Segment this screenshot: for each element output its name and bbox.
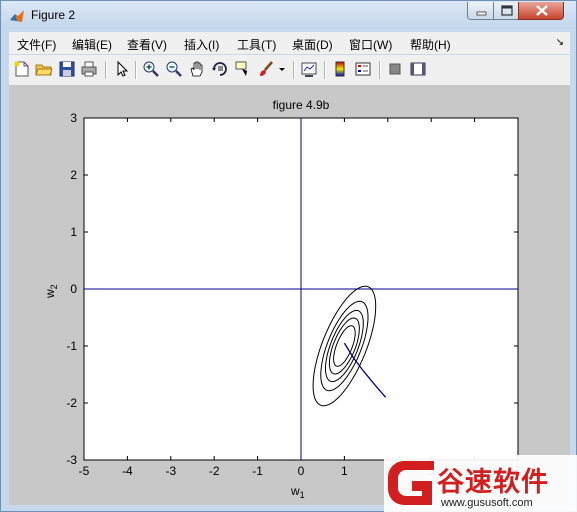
y-tick-label: -3 (66, 453, 77, 467)
close-button[interactable] (518, 2, 564, 20)
x-tick-label: -5 (79, 464, 90, 478)
figure-toolbar (9, 55, 570, 86)
menu-view[interactable]: 查看(V) (127, 36, 167, 53)
menu-window[interactable]: 窗口(W) (349, 36, 392, 53)
new-figure-icon[interactable] (13, 60, 31, 78)
x-tick-label: 0 (298, 464, 305, 478)
x-tick-label: -1 (252, 464, 263, 478)
toolbar-separator (379, 61, 381, 79)
toolbar-separator (324, 61, 326, 79)
y-axis-label: w2 (43, 284, 59, 299)
menu-bar: 文件(F) 编辑(E) 查看(V) 插入(I) 工具(T) 桌面(D) 窗口(W… (9, 32, 570, 54)
brush-icon[interactable] (257, 60, 275, 78)
watermark-brand: 谷速软件 (437, 467, 549, 498)
zoom-out-icon[interactable] (165, 60, 183, 78)
x-tick-label: 1 (341, 464, 348, 478)
pan-hand-icon[interactable] (188, 60, 206, 78)
print-icon[interactable] (80, 60, 98, 78)
toolbar-separator (293, 61, 295, 79)
legend-icon[interactable] (354, 60, 372, 78)
menu-file[interactable]: 文件(F) (17, 36, 56, 53)
figure-canvas: figure 4.9b -5-4-3-2-1012345-3-2-10123 w… (9, 86, 570, 505)
menu-tools[interactable]: 工具(T) (237, 36, 276, 53)
menu-desktop[interactable]: 桌面(D) (292, 36, 333, 53)
maximize-button[interactable] (493, 2, 519, 20)
y-tick-label: 3 (70, 111, 77, 125)
x-tick-label: -3 (165, 464, 176, 478)
x-tick-label: -4 (122, 464, 133, 478)
data-cursor-icon[interactable] (234, 60, 252, 78)
x-axis-label: w1 (290, 484, 305, 500)
menu-insert[interactable]: 插入(I) (184, 36, 219, 53)
x-tick-label: -2 (209, 464, 220, 478)
hide-plot-tools-icon[interactable] (386, 60, 404, 78)
y-tick-label: -2 (66, 396, 77, 410)
dock-arrow-icon[interactable]: ↘ (556, 37, 564, 48)
chart-title: figure 4.9b (273, 98, 330, 112)
maximize-icon (501, 5, 513, 16)
rotate-3d-icon[interactable] (211, 60, 229, 78)
brush-dropdown-icon[interactable] (277, 60, 287, 78)
matlab-icon (10, 10, 24, 22)
watermark-url: www.gususoft.com (441, 497, 533, 509)
toolbar-separator (135, 61, 137, 79)
figure-window: Figure 2 文件(F) 编辑(E) 查看(V) 插入(I) 工具(T) 桌… (0, 0, 577, 512)
save-icon[interactable] (58, 60, 76, 78)
colorbar-icon[interactable] (331, 60, 349, 78)
show-plot-tools-icon[interactable] (409, 60, 427, 78)
edit-plot-arrow-icon[interactable] (112, 60, 130, 78)
y-tick-label: 0 (70, 282, 77, 296)
y-tick-label: 2 (70, 168, 77, 182)
minimize-button[interactable] (467, 2, 494, 20)
menu-help[interactable]: 帮助(H) (410, 36, 451, 53)
close-icon (536, 5, 548, 16)
y-tick-label: 1 (70, 225, 77, 239)
toolbar-separator (105, 61, 107, 79)
minimize-icon (476, 11, 487, 16)
menu-edit[interactable]: 编辑(E) (72, 36, 112, 53)
window-title: Figure 2 (31, 8, 76, 22)
link-plot-icon[interactable] (300, 60, 318, 78)
zoom-in-icon[interactable] (142, 60, 160, 78)
open-file-icon[interactable] (35, 60, 53, 78)
y-tick-label: -1 (66, 339, 77, 353)
plot-svg: figure 4.9b -5-4-3-2-1012345-3-2-10123 w… (43, 98, 522, 500)
title-bar[interactable]: Figure 2 (1, 1, 576, 29)
